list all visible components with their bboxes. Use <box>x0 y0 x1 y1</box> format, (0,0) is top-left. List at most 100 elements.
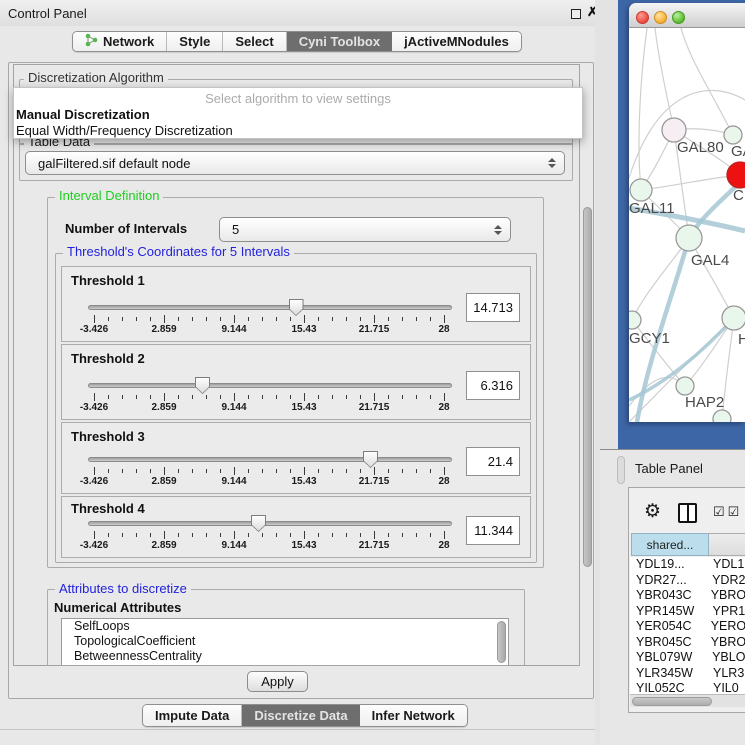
tab-network[interactable]: Network <box>73 32 167 51</box>
major-tick <box>304 467 305 475</box>
network-node[interactable] <box>724 126 742 144</box>
tick-label: 9.144 <box>221 402 246 413</box>
number-of-intervals-value: 5 <box>232 222 239 237</box>
stepper-icon <box>494 225 502 235</box>
tab-infer-network[interactable]: Infer Network <box>360 705 467 726</box>
tab-jactivemnodules[interactable]: jActiveMNodules <box>392 32 521 51</box>
number-of-intervals-combobox[interactable]: 5 <box>219 217 511 242</box>
minor-tick <box>108 395 109 399</box>
table-row[interactable]: YER054CYERO <box>630 619 745 635</box>
tick-label: 2.859 <box>151 402 176 413</box>
checkbox-checked-icon[interactable]: ☑☑ <box>713 504 742 520</box>
zoom-traffic-light-icon[interactable] <box>672 11 685 24</box>
minor-tick <box>360 533 361 537</box>
network-node[interactable] <box>713 410 731 422</box>
slider-thumb[interactable] <box>195 377 210 394</box>
column-header[interactable]: na <box>709 533 745 556</box>
node-label: C <box>733 187 744 204</box>
threshold-value-field[interactable]: 21.4 <box>466 447 520 476</box>
minor-tick <box>248 395 249 399</box>
table-row[interactable]: YBL079WYBLO <box>630 650 745 666</box>
network-canvas[interactable]: GAL80GACGAL11GAL4GCY1HHAP2 <box>629 28 745 422</box>
node-label: GAL4 <box>691 252 729 269</box>
threshold-value-field[interactable]: 6.316 <box>466 371 520 400</box>
minor-tick <box>416 317 417 321</box>
minor-tick <box>192 317 193 321</box>
slider-track[interactable] <box>88 305 452 310</box>
algorithm-option-equal-width[interactable]: Equal Width/Frequency Discretization <box>16 123 233 138</box>
tick-label: 15.43 <box>291 402 316 413</box>
major-tick <box>164 393 165 401</box>
apply-button[interactable]: Apply <box>247 671 308 692</box>
minor-tick <box>220 469 221 473</box>
minor-tick <box>262 317 263 321</box>
gear-icon[interactable]: ⚙ <box>644 500 661 523</box>
minor-tick <box>220 317 221 321</box>
network-node[interactable] <box>722 306 745 330</box>
major-tick <box>304 531 305 539</box>
list-item[interactable]: BetweennessCentrality <box>62 649 508 664</box>
horizontal-scrollbar[interactable] <box>630 694 745 707</box>
threshold-value-field[interactable]: 11.344 <box>466 516 520 545</box>
horizontal-scrollbar-thumb[interactable] <box>632 697 712 706</box>
column-header[interactable]: shared... <box>631 533 709 556</box>
settings-scroll-view: Discretization AlgorithmTable DatagalFil… <box>13 64 580 666</box>
table-row[interactable]: YDR27...YDR2 <box>630 573 745 589</box>
slider-thumb[interactable] <box>251 515 266 532</box>
slider-track[interactable] <box>88 521 452 526</box>
tick-label: -3.426 <box>80 476 108 487</box>
major-tick <box>374 393 375 401</box>
network-node[interactable] <box>676 225 702 251</box>
cell-shared-name: YLR345W <box>630 666 709 682</box>
list-scrollbar-thumb[interactable] <box>497 621 506 663</box>
minor-tick <box>108 469 109 473</box>
tick-label: 21.715 <box>359 402 390 413</box>
table-row[interactable]: YBR045CYBRO <box>630 635 745 651</box>
network-node[interactable] <box>727 162 745 188</box>
float-window-icon[interactable] <box>571 9 581 19</box>
slider-thumb[interactable] <box>363 451 378 468</box>
network-node[interactable] <box>629 311 641 329</box>
slider-track[interactable] <box>88 457 452 462</box>
table-row[interactable]: YPR145WYPR1 <box>630 604 745 620</box>
major-tick <box>234 315 235 323</box>
split-view-icon[interactable] <box>678 503 697 523</box>
close-traffic-light-icon[interactable] <box>636 11 649 24</box>
minor-tick <box>332 395 333 399</box>
table-row[interactable]: YDL19...YDL1 <box>630 557 745 573</box>
discretization-algorithm-title: Discretization Algorithm <box>24 71 168 85</box>
list-item[interactable]: SelfLoops <box>62 619 508 634</box>
slider-thumb[interactable] <box>289 299 304 316</box>
tab-select[interactable]: Select <box>223 32 286 51</box>
list-item[interactable]: TopologicalCoefficient <box>62 634 508 649</box>
network-node[interactable] <box>630 179 652 201</box>
network-node[interactable] <box>676 377 694 395</box>
control-panel-titlebar <box>0 0 600 26</box>
minor-tick <box>290 533 291 537</box>
major-tick <box>164 531 165 539</box>
major-tick <box>234 531 235 539</box>
tab-style[interactable]: Style <box>167 32 223 51</box>
threshold-label: Threshold 1 <box>71 273 145 288</box>
vertical-scrollbar[interactable] <box>582 64 594 666</box>
major-tick <box>94 467 95 475</box>
threshold-value-field[interactable]: 14.713 <box>466 293 520 322</box>
tab-label: jActiveMNodules <box>404 34 509 49</box>
minor-tick <box>318 317 319 321</box>
tab-discretize-data[interactable]: Discretize Data <box>242 705 359 726</box>
tab-cyni-toolbox[interactable]: Cyni Toolbox <box>287 32 392 51</box>
table-row[interactable]: YLR345WYLR3 <box>630 666 745 682</box>
network-window-titlebar[interactable] <box>629 3 745 28</box>
major-tick <box>374 467 375 475</box>
vertical-scrollbar-thumb[interactable] <box>583 207 592 567</box>
major-tick <box>374 315 375 323</box>
minimize-traffic-light-icon[interactable] <box>654 11 667 24</box>
slider-track[interactable] <box>88 383 452 388</box>
algorithm-option-manual[interactable]: Manual Discretization <box>16 107 150 122</box>
node-label: GCY1 <box>629 330 670 347</box>
tab-impute-data[interactable]: Impute Data <box>143 705 242 726</box>
minor-tick <box>136 395 137 399</box>
table-row[interactable]: YBR043CYBRO <box>630 588 745 604</box>
table-data-combobox[interactable]: galFiltered.sif default node <box>25 151 565 175</box>
panel-grip[interactable] <box>617 456 625 484</box>
